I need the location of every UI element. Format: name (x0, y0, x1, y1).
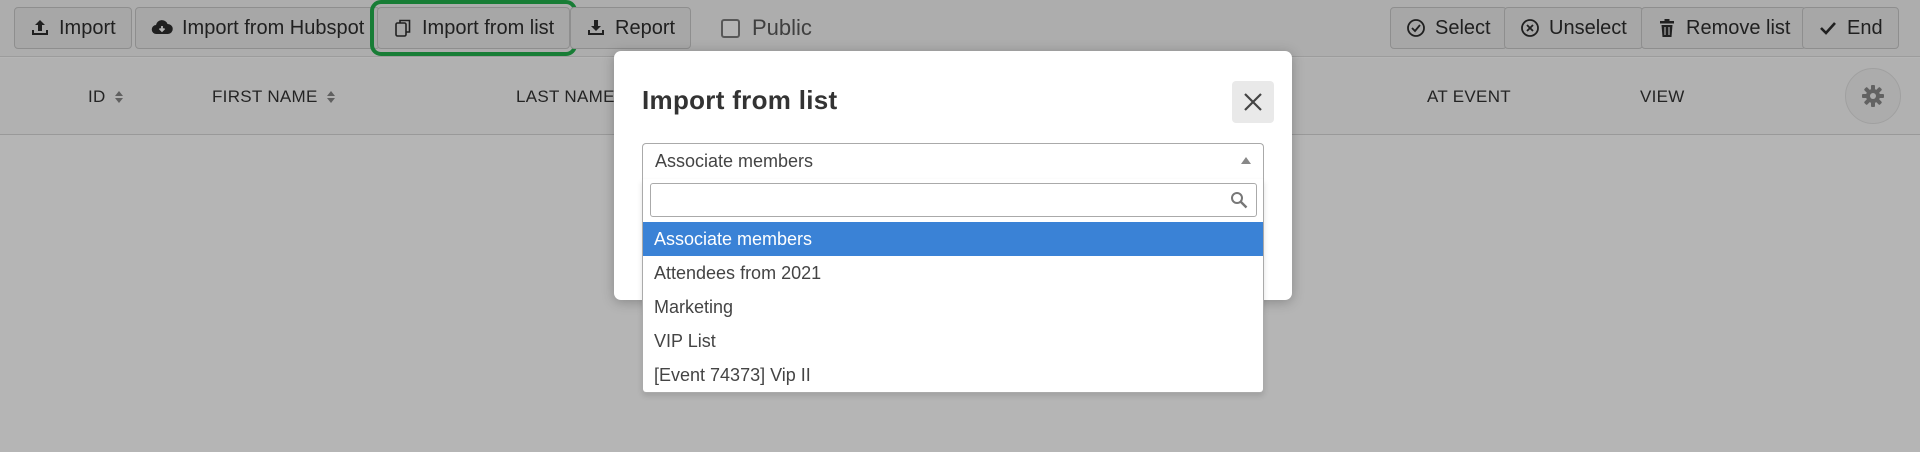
dropdown-option[interactable]: Associate members (643, 222, 1263, 256)
dropdown-option[interactable]: Attendees from 2021 (643, 256, 1263, 290)
modal-title: Import from list (642, 85, 838, 115)
dropdown-search-input[interactable] (651, 184, 1256, 216)
dropdown-option[interactable]: [Event 74373] Vip II (643, 358, 1263, 392)
dropdown-options: Associate members Attendees from 2021 Ma… (643, 222, 1263, 392)
close-button[interactable] (1232, 81, 1274, 123)
close-icon (1244, 93, 1262, 111)
dropdown-search-field[interactable] (650, 183, 1257, 217)
dropdown-option[interactable]: Marketing (643, 290, 1263, 324)
list-select-value: Associate members (655, 151, 814, 171)
search-icon (1231, 192, 1248, 209)
list-select-dropdown: Associate members Attendees from 2021 Ma… (642, 179, 1264, 393)
caret-up-icon (1241, 157, 1251, 164)
dropdown-option[interactable]: VIP List (643, 324, 1263, 358)
list-select[interactable]: Associate members (642, 143, 1264, 179)
